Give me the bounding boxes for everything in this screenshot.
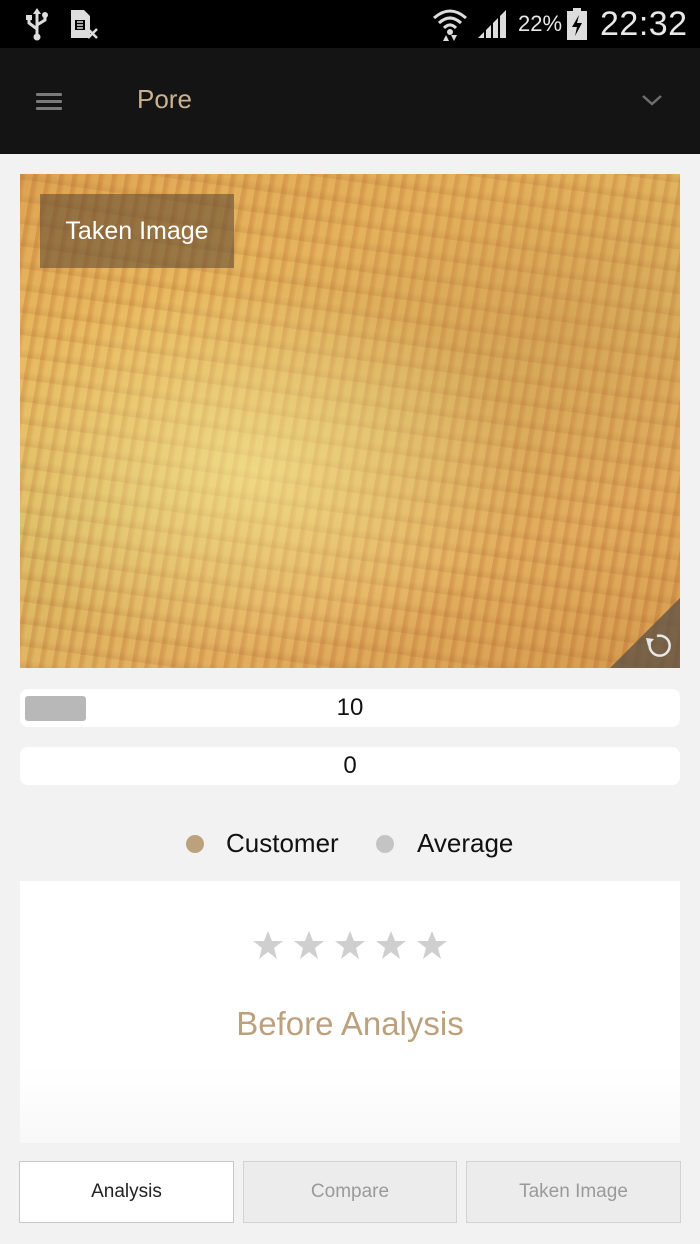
star-icon — [253, 931, 283, 959]
customer-dot — [186, 835, 204, 853]
wifi-icon — [432, 0, 470, 48]
menu-icon[interactable] — [34, 88, 64, 112]
page-title: Pore — [137, 84, 192, 114]
average-bar: 0 — [20, 747, 680, 785]
battery-charging-icon — [566, 0, 590, 48]
average-dot — [376, 835, 394, 853]
sim-missing-icon — [68, 0, 102, 48]
legend-average: Average — [417, 828, 514, 858]
usb-icon — [24, 0, 52, 48]
score-bar-value: 10 — [336, 694, 364, 721]
clock: 22:32 — [600, 4, 688, 43]
skin-image: Taken Image — [20, 174, 680, 668]
legend: Customer Average — [0, 826, 700, 864]
tab-analysis[interactable]: Analysis — [19, 1161, 234, 1223]
star-icon — [376, 931, 406, 959]
rotate-button[interactable] — [610, 598, 680, 668]
app-bar: Pore — [0, 48, 700, 154]
tab-compare[interactable]: Compare — [243, 1161, 457, 1223]
result-status: Before Analysis — [236, 1005, 464, 1042]
signal-icon — [476, 0, 510, 48]
status-bar: 22% 22:32 — [0, 0, 700, 48]
average-bar-value: 0 — [343, 752, 357, 779]
score-bar: 10 — [20, 689, 680, 727]
result-card: Before Analysis — [20, 881, 680, 1143]
legend-customer: Customer — [226, 828, 339, 858]
star-icon — [335, 931, 365, 959]
image-label: Taken Image — [40, 194, 234, 268]
star-icon — [417, 931, 447, 959]
star-icon — [294, 931, 324, 959]
battery-percent: 22% — [518, 11, 563, 36]
chevron-down-icon[interactable] — [638, 88, 666, 112]
tab-taken-image[interactable]: Taken Image — [466, 1161, 681, 1223]
